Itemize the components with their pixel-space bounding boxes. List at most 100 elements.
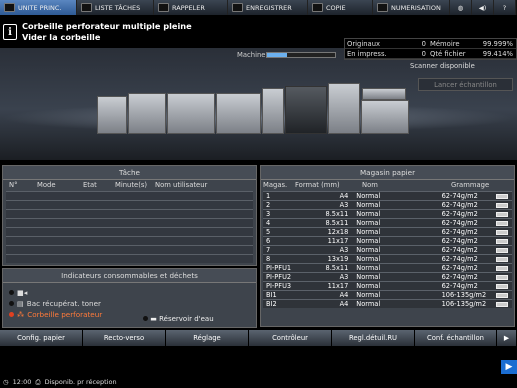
recall-icon (158, 3, 169, 12)
paper-level-bar (496, 293, 509, 298)
name-cell: Normal (356, 246, 381, 254)
table-row[interactable]: PI-PFU3 11x17 Normal 62-74g/m2 (263, 281, 512, 290)
weight-cell: 62-74g/m2 (441, 192, 478, 200)
help-button[interactable]: ? (494, 0, 516, 15)
reception-icon: ⎙ (35, 377, 41, 386)
column-header: Minute(s) (115, 181, 148, 189)
machine-label: Machine (237, 51, 266, 59)
regl-detuil-ru-button[interactable]: Regl.détuil.RU (332, 330, 415, 346)
paper-level-indicator (494, 264, 512, 272)
table-row[interactable]: PI-PFU1 8.5x11 Normal 62-74g/m2 (263, 263, 512, 272)
name-cell: Normal (356, 264, 381, 272)
paper-level-indicator (494, 255, 512, 263)
name-cell: Normal (356, 192, 381, 200)
name-cell: Normal (356, 273, 381, 281)
paper-level-indicator (494, 210, 512, 218)
bottom-button-bar: Config. papier Recto-verso Réglage Contr… (0, 330, 517, 346)
table-row[interactable]: 1 A4 Normal 62-74g/m2 (263, 191, 512, 200)
machine-progress-fill (267, 53, 288, 57)
globe-button[interactable]: ◍ (450, 0, 472, 15)
consumable-item[interactable]: ■◂ (9, 287, 256, 298)
message-box: i Corbeille perforateur multiple pleine … (0, 17, 220, 47)
weight-cell: 62-74g/m2 (441, 201, 478, 209)
tray-cell: 5 (266, 228, 271, 236)
paper-level-bar (496, 266, 509, 271)
column-header: Format (mm) (295, 181, 340, 189)
weight-cell: 62-74g/m2 (441, 219, 478, 227)
format-cell: 8.5x11 (325, 210, 349, 218)
paper-level-bar (496, 284, 509, 289)
table-row[interactable] (6, 218, 253, 227)
magasin-header: Magas. Format (mm) Nom Grammage (261, 180, 514, 191)
table-row[interactable]: PI-PFU2 A3 Normal 62-74g/m2 (263, 272, 512, 281)
water-tank-icon: ▬ (150, 315, 157, 323)
tab-liste-taches[interactable]: LISTE TÂCHES (77, 0, 154, 15)
config-papier-button[interactable]: Config. papier (0, 330, 83, 346)
tab-label: ENREGISTRER (246, 3, 292, 12)
table-row[interactable] (6, 191, 253, 200)
job-list-icon (81, 3, 92, 12)
reglage-button[interactable]: Réglage (166, 330, 249, 346)
tab-numerisation[interactable]: NUMERISATION (373, 0, 450, 15)
table-row[interactable] (6, 209, 253, 218)
weight-cell: 62-74g/m2 (441, 255, 478, 263)
machine-body (285, 86, 327, 134)
tache-header: N° Mode Etat Minute(s) Nom utilisateur (3, 180, 256, 191)
consumable-item[interactable]: ⁂ Corbeille perforateur (9, 309, 256, 320)
table-row[interactable]: BI1 A4 Normal 106-135g/m2 (263, 290, 512, 299)
paper-level-bar (496, 302, 509, 307)
conf-echantillon-button[interactable]: Conf. échantillon (415, 330, 497, 346)
machine-body (216, 93, 261, 134)
recto-verso-button[interactable]: Recto-verso (83, 330, 166, 346)
paper-level-indicator (494, 228, 512, 236)
column-header: Nom (362, 181, 378, 189)
table-row[interactable] (6, 254, 253, 263)
paper-level-indicator (494, 282, 512, 290)
tab-rappeler[interactable]: RAPPELER (154, 0, 228, 15)
tab-label: COPIE (326, 3, 346, 12)
globe-icon: ◍ (457, 3, 464, 12)
paper-level-bar (496, 221, 509, 226)
paper-level-indicator (494, 237, 512, 245)
en-impress-label: En impress. (347, 50, 387, 58)
table-row[interactable]: 7 A3 Normal 62-74g/m2 (263, 245, 512, 254)
sound-icon: ◀) (478, 3, 487, 12)
table-row[interactable]: 5 12x18 Normal 62-74g/m2 (263, 227, 512, 236)
tab-copie[interactable]: COPIE (308, 0, 373, 15)
table-row[interactable]: BI2 A4 Normal 106-135g/m2 (263, 299, 512, 308)
table-row[interactable] (6, 245, 253, 254)
next-arrow-button[interactable]: ▶ (497, 330, 517, 346)
lancer-echantillon-button[interactable]: Lancer échantillon (418, 78, 513, 91)
paper-level-bar (496, 212, 509, 217)
controleur-button[interactable]: Contrôleur (249, 330, 332, 346)
machine-body (362, 88, 406, 100)
table-row[interactable]: 4 8.5x11 Normal 62-74g/m2 (263, 218, 512, 227)
format-cell: 11x17 (327, 282, 349, 290)
reservoir-label: Réservoir d'eau (159, 315, 214, 323)
name-cell: Normal (356, 201, 381, 209)
weight-cell: 62-74g/m2 (441, 282, 478, 290)
tab-enregistrer[interactable]: ENREGISTRER (228, 0, 308, 15)
tab-unite-principale[interactable]: UNITE PRINC. (0, 0, 77, 15)
table-row[interactable]: 8 13x19 Normal 62-74g/m2 (263, 254, 512, 263)
originaux-value: 0 (421, 40, 426, 48)
table-row[interactable] (6, 227, 253, 236)
table-row[interactable]: 2 A3 Normal 62-74g/m2 (263, 200, 512, 209)
page-next-button[interactable]: ▶ (501, 360, 517, 374)
table-row[interactable]: 6 11x17 Normal 62-74g/m2 (263, 236, 512, 245)
paper-level-bar (496, 194, 509, 199)
paper-level-bar (496, 257, 509, 262)
table-row[interactable] (6, 200, 253, 209)
table-row[interactable]: 3 8.5x11 Normal 62-74g/m2 (263, 209, 512, 218)
consumable-item[interactable]: ▤ Bac récupérat. toner (9, 298, 256, 309)
paper-level-bar (496, 203, 509, 208)
name-cell: Normal (356, 291, 381, 299)
tache-title: Tâche (3, 166, 256, 180)
toner-icon: ■◂ (17, 288, 28, 297)
table-row[interactable] (6, 236, 253, 245)
sound-button[interactable]: ◀) (472, 0, 494, 15)
consumables-title: Indicateurs consommables et déchets (3, 269, 256, 283)
format-cell: 8.5x11 (325, 219, 349, 227)
tab-label: RAPPELER (172, 3, 205, 12)
scan-icon (377, 3, 388, 12)
